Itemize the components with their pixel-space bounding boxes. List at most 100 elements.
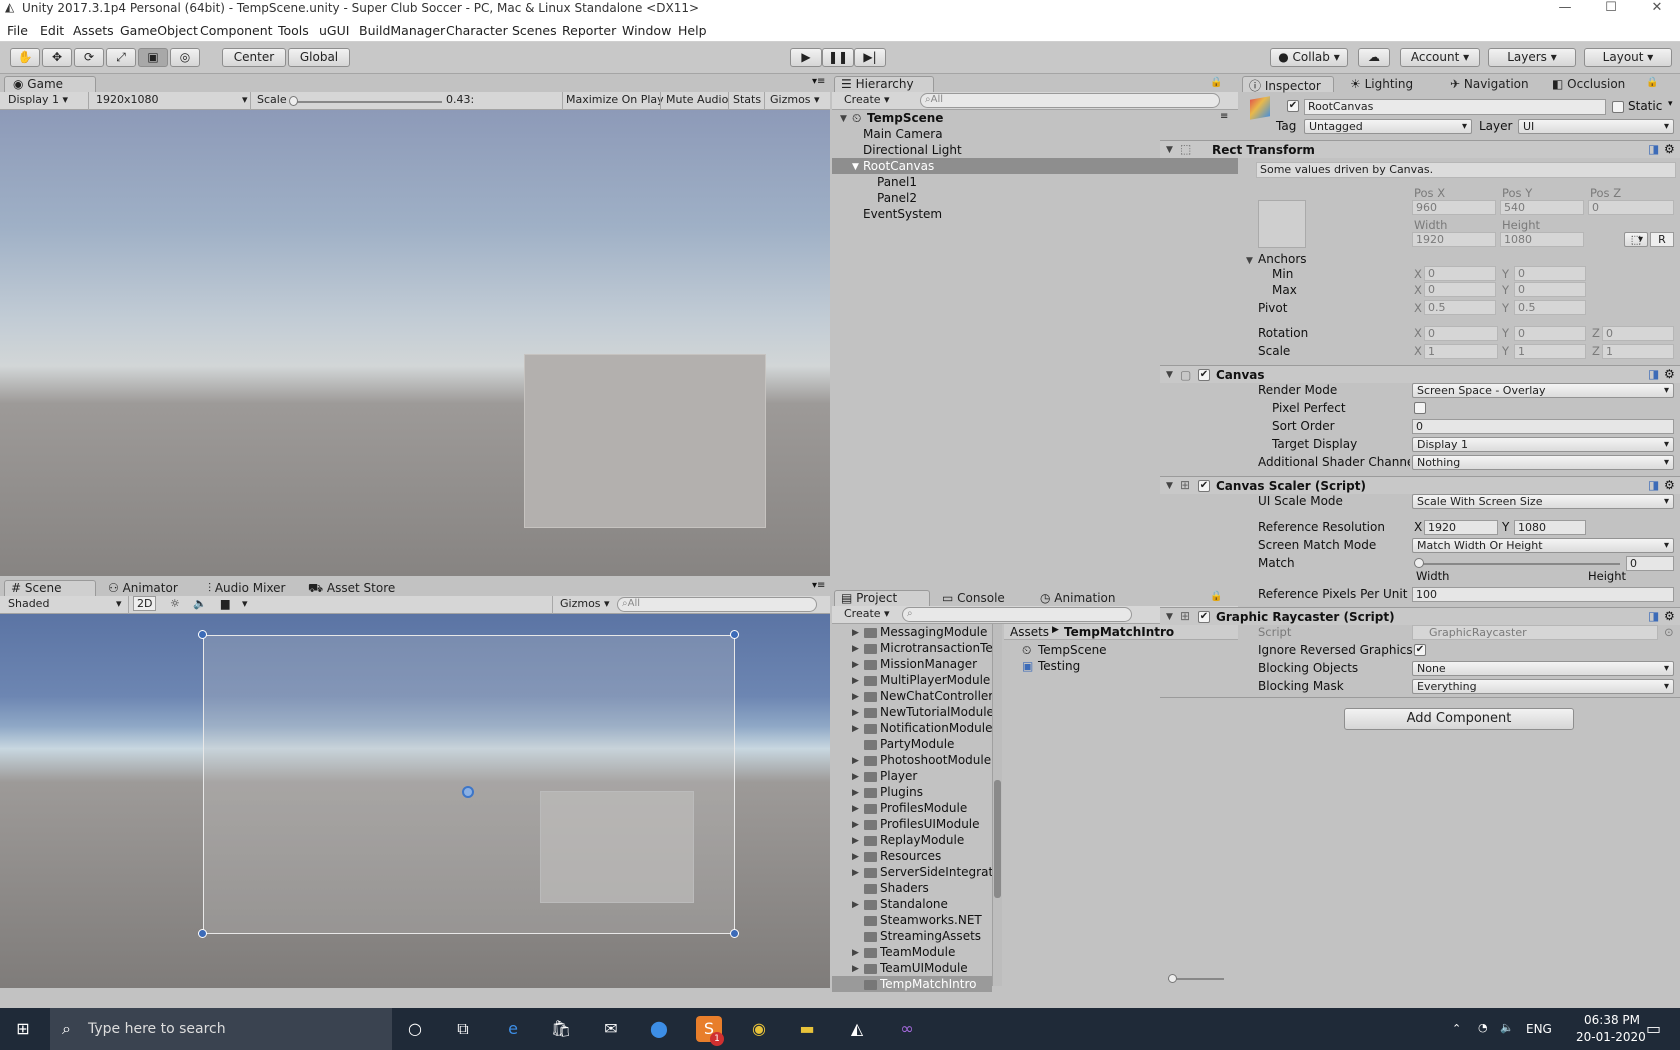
close-button[interactable]: ✕ — [1634, 0, 1680, 18]
language-indicator[interactable]: ENG — [1526, 1022, 1552, 1036]
file-explorer-icon[interactable]: ▬ — [794, 1016, 820, 1042]
scene-menu-icon[interactable]: ≡ — [1220, 111, 1228, 122]
shader-channels-dropdown[interactable]: Nothing — [1412, 455, 1674, 470]
play-button[interactable]: ▶ — [790, 48, 822, 67]
rect-transform-header[interactable]: ▼ ⬚ Rect Transform ◨ ⚙ — [1160, 140, 1680, 158]
rect-handle-top-right[interactable] — [730, 630, 739, 639]
move-tool-icon[interactable]: ✥ — [42, 48, 72, 67]
cloud-icon[interactable]: ☁ — [1358, 48, 1390, 67]
menu-help[interactable]: Help — [678, 23, 707, 38]
taskbar-search-box[interactable]: ⌕ Type here to search — [50, 1008, 392, 1050]
expand-arrow-icon[interactable]: ▼ — [1166, 481, 1173, 491]
tab-inspector[interactable]: ⓘ Inspector — [1242, 76, 1334, 93]
tab-scene[interactable]: # Scene — [4, 580, 96, 596]
lock-icon[interactable]: 🔒 — [1646, 77, 1658, 88]
expand-arrow-icon[interactable]: ▼ — [1166, 612, 1173, 622]
audio-toggle-icon[interactable]: 🔈 — [193, 597, 207, 610]
menu-character[interactable]: Character — [446, 23, 508, 38]
blocking-mask-dropdown[interactable]: Everything — [1412, 679, 1674, 694]
expand-arrow-icon[interactable]: ▶ — [852, 788, 859, 798]
anchor-min-y-field[interactable]: 0 — [1514, 266, 1586, 281]
expand-arrow-icon[interactable]: ▶ — [852, 868, 859, 878]
canvas-scaler-enabled-checkbox[interactable]: ✔ — [1198, 480, 1210, 492]
account-dropdown[interactable]: Account ▾ — [1400, 48, 1480, 67]
folder-item[interactable]: MicrotransactionTe — [880, 641, 992, 655]
minimize-button[interactable]: — — [1542, 0, 1588, 18]
menu-file[interactable]: File — [7, 23, 28, 38]
project-create-dropdown[interactable]: Create ▾ — [844, 607, 890, 620]
tab-occlusion[interactable]: ◧ Occlusion — [1552, 77, 1625, 91]
folder-item[interactable]: StreamingAssets — [880, 929, 992, 943]
asset-testing[interactable]: Testing — [1038, 659, 1080, 673]
folder-item[interactable]: ReplayModule — [880, 833, 992, 847]
stats-button[interactable]: Stats — [733, 93, 761, 106]
folder-item[interactable]: Player — [880, 769, 992, 783]
mode-2d-toggle[interactable]: 2D — [133, 596, 157, 611]
scene-viewport[interactable] — [0, 614, 830, 988]
project-search-input[interactable]: ⌕ — [902, 607, 1132, 622]
reference-ppu-field[interactable]: 100 — [1412, 587, 1674, 602]
layers-dropdown[interactable]: Layers ▾ — [1488, 48, 1576, 67]
expand-arrow-icon[interactable]: ▶ — [852, 964, 859, 974]
tab-animator[interactable]: ⚇ Animator — [108, 581, 178, 595]
hierarchy-item-main-camera[interactable]: Main Camera — [863, 127, 943, 141]
expand-arrow-icon[interactable]: ▶ — [852, 628, 859, 638]
hierarchy-item-panel2[interactable]: Panel2 — [877, 191, 917, 205]
folder-item[interactable]: NewChatController — [880, 689, 992, 703]
maps-icon[interactable]: ⬤ — [646, 1016, 672, 1042]
menu-reporter[interactable]: Reporter — [562, 23, 616, 38]
clock-date[interactable]: 20-01-2020 — [1576, 1030, 1646, 1044]
rect-handle-top-left[interactable] — [198, 630, 207, 639]
notification-center-icon[interactable]: ▭ — [1646, 1019, 1661, 1038]
settings-gear-icon[interactable]: ⚙ — [1664, 142, 1675, 156]
expand-arrow-icon[interactable]: ▶ — [852, 692, 859, 702]
tray-chevron-icon[interactable]: ⌃ — [1452, 1022, 1461, 1035]
menu-gameobject[interactable]: GameObject — [120, 23, 198, 38]
game-viewport[interactable] — [0, 110, 830, 576]
task-view-icon[interactable]: ⧉ — [450, 1016, 476, 1042]
expand-arrow-icon[interactable]: ▶ — [852, 836, 859, 846]
graphic-raycaster-header[interactable]: ▼ ⊞ ✔ Graphic Raycaster (Script) ◨ ⚙ — [1160, 607, 1680, 625]
folder-item[interactable]: ProfilesModule — [880, 801, 992, 815]
expand-arrow-icon[interactable]: ▶ — [852, 948, 859, 958]
scale-x-field[interactable]: 1 — [1424, 344, 1498, 359]
match-slider[interactable] — [1418, 563, 1620, 565]
tab-asset-store[interactable]: ⛟ Asset Store — [308, 581, 395, 597]
canvas-header[interactable]: ▼ ▢ ✔ Canvas ◨ ⚙ — [1160, 365, 1680, 383]
expand-arrow-icon[interactable]: ▶ — [852, 804, 859, 814]
folder-tree-scrollbar[interactable] — [992, 624, 1002, 986]
tab-game[interactable]: ◉ Game — [4, 76, 96, 92]
windows-start-icon[interactable]: ⊞ — [10, 1016, 36, 1042]
ui-scale-mode-dropdown[interactable]: Scale With Screen Size — [1412, 494, 1674, 509]
reference-y-field[interactable]: 1080 — [1514, 520, 1586, 535]
folder-item[interactable]: ServerSideIntegrat — [880, 865, 992, 879]
expand-arrow-icon[interactable]: ▶ — [852, 708, 859, 718]
layer-dropdown[interactable]: UI — [1518, 119, 1674, 134]
canvas-enabled-checkbox[interactable]: ✔ — [1198, 369, 1210, 381]
expand-arrow-icon[interactable]: ▼ — [1166, 370, 1173, 380]
folder-item[interactable]: ProfilesUIModule — [880, 817, 992, 831]
transform-tool-icon[interactable]: ◎ — [170, 48, 200, 67]
expand-arrow-icon[interactable]: ▶ — [852, 660, 859, 670]
help-icon[interactable]: ◨ — [1648, 367, 1659, 381]
edge-browser-icon[interactable]: e — [500, 1016, 526, 1042]
chrome-icon[interactable]: ◉ — [746, 1016, 772, 1042]
hand-tool-icon[interactable]: ✋ — [10, 48, 40, 67]
panel-menu-icon[interactable]: ▾≡ — [812, 76, 825, 87]
help-icon[interactable]: ◨ — [1648, 142, 1659, 156]
rotation-z-field[interactable]: 0 — [1602, 326, 1674, 341]
breadcrumb-current[interactable]: TempMatchIntro — [1064, 625, 1174, 639]
sort-order-field[interactable]: 0 — [1412, 419, 1674, 434]
mute-audio-button[interactable]: Mute Audio — [666, 93, 728, 106]
help-icon[interactable]: ◨ — [1648, 478, 1659, 492]
blueprint-mode-button[interactable]: ⬚ — [1624, 232, 1648, 247]
add-component-button[interactable]: Add Component — [1344, 708, 1574, 730]
settings-gear-icon[interactable]: ⚙ — [1664, 478, 1675, 492]
pivot-x-field[interactable]: 0.5 — [1424, 300, 1496, 315]
hierarchy-search-input[interactable]: ⌕All — [920, 93, 1220, 108]
canvas-bounds[interactable] — [203, 635, 735, 934]
menu-scenes[interactable]: Scenes — [512, 23, 557, 38]
rotation-x-field[interactable]: 0 — [1424, 326, 1498, 341]
blocking-objects-dropdown[interactable]: None — [1412, 661, 1674, 676]
effects-arrow-icon[interactable]: ▾ — [242, 597, 248, 610]
